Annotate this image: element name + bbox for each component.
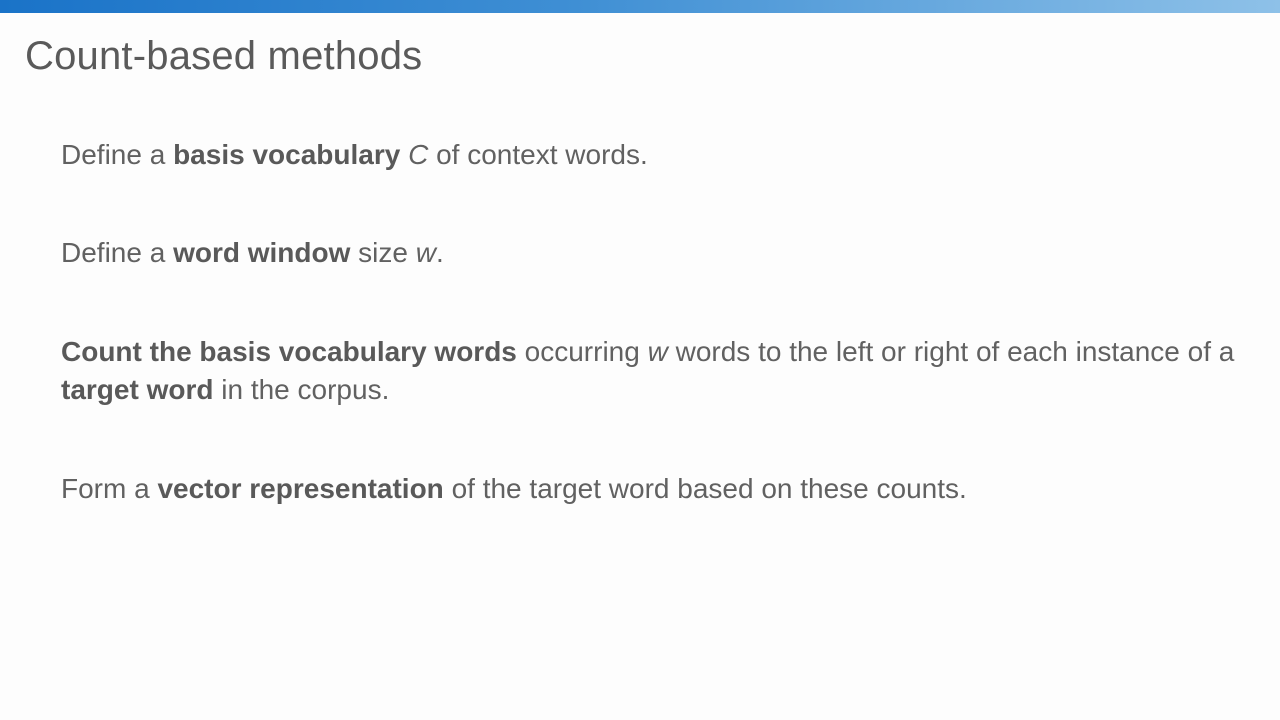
bullet-text: size: [350, 237, 416, 268]
bullet-word-window: Define a word window size w.: [61, 234, 1241, 272]
symbol-c: C: [408, 139, 429, 170]
term-count-basis-words: Count the basis vocabulary words: [61, 336, 517, 367]
bullet-basis-vocabulary: Define a basis vocabulary C of context w…: [61, 136, 1241, 174]
bullet-text: of context words.: [428, 139, 648, 170]
bullet-text: words to the left or right of each insta…: [667, 336, 1235, 367]
term-basis-vocabulary: basis vocabulary: [173, 139, 401, 170]
slide-title: Count-based methods: [25, 34, 423, 78]
bullet-vector-representation: Form a vector representation of the targ…: [61, 470, 1241, 508]
bullet-text: of the target word based on these counts…: [443, 473, 967, 504]
term-word-window: word window: [173, 237, 351, 268]
term-vector-representation: vector representation: [157, 473, 444, 504]
bullet-text: Define a: [61, 139, 174, 170]
bullet-text: .: [435, 237, 444, 268]
term-target-word: target word: [61, 374, 214, 405]
bullet-text: Define a: [61, 237, 174, 268]
bullet-text: Form a: [61, 473, 158, 504]
bullet-text: occurring: [516, 336, 648, 367]
symbol-w: w: [647, 336, 668, 367]
bullet-text: in the corpus.: [213, 374, 390, 405]
symbol-w: w: [415, 237, 436, 268]
bullet-count-words: Count the basis vocabulary words occurri…: [61, 333, 1241, 409]
bullet-text: [400, 139, 408, 170]
header-accent-bar: [0, 0, 1280, 13]
